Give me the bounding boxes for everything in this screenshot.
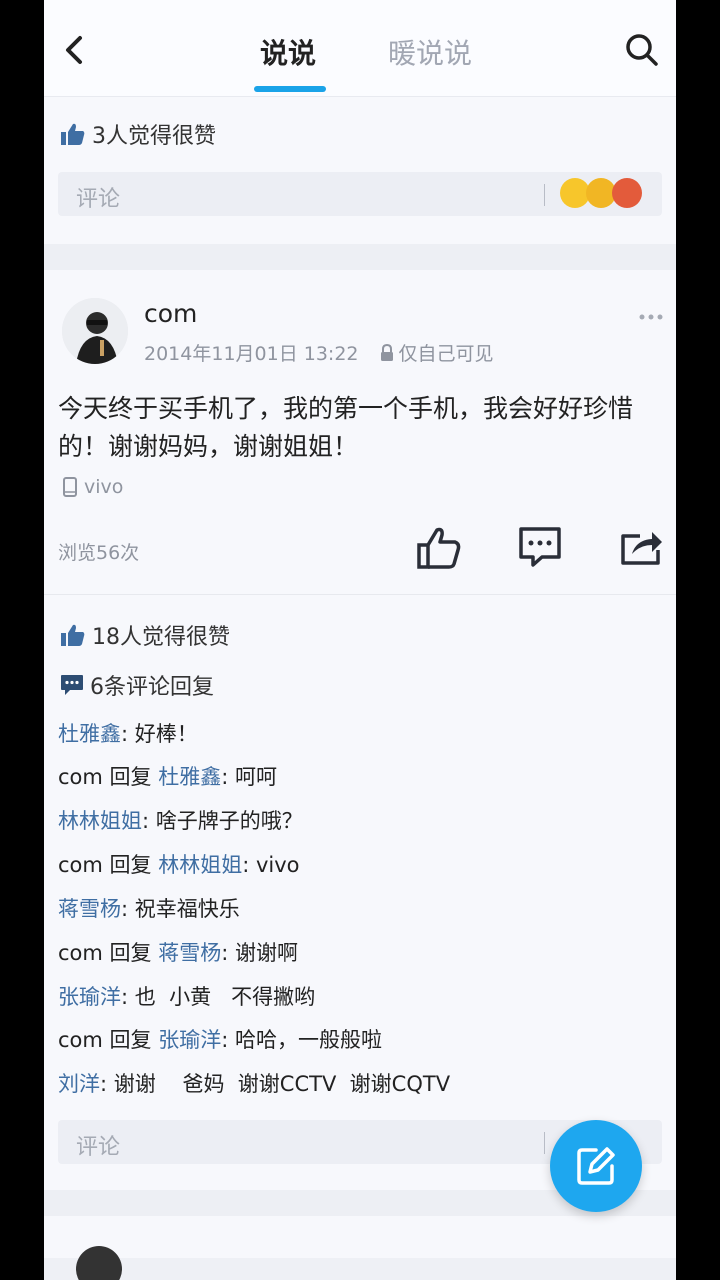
post-username[interactable]: com: [144, 299, 197, 328]
comment-text: : vivo: [242, 853, 300, 877]
separator: [544, 1132, 545, 1154]
commenter-name[interactable]: 杜雅鑫: [58, 722, 121, 746]
angry-emoji-icon: [612, 178, 642, 208]
comment-bubble-icon: [61, 675, 83, 695]
view-count: 浏览56次: [58, 542, 140, 564]
thumbs-up-icon: [61, 123, 85, 145]
post-divider: [44, 244, 676, 270]
comment-text: : 呵呵: [221, 765, 277, 789]
reply-target-name[interactable]: 林林姐姐: [158, 853, 242, 877]
compose-button[interactable]: [550, 1120, 642, 1212]
comment-item[interactable]: 林林姐姐: 啥子牌子的哦？: [58, 805, 303, 835]
post-likes[interactable]: 18人觉得很赞: [60, 619, 230, 651]
tab-shuoshuo[interactable]: 说说: [260, 32, 316, 72]
device-label: vivo: [84, 476, 124, 498]
comment-count[interactable]: 6条评论回复: [60, 669, 214, 701]
privacy-label: 仅自己可见: [398, 343, 494, 365]
reply-target-name[interactable]: 杜雅鑫: [158, 765, 221, 789]
commenter-name[interactable]: 刘洋: [58, 1072, 100, 1096]
phone-icon: [63, 477, 77, 497]
top-bar: 说说 暖说说: [44, 0, 676, 97]
post-likes-text: 18人觉得很赞: [92, 625, 230, 650]
section-divider: [44, 594, 676, 595]
comment-text: : 啥子牌子的哦？: [142, 809, 303, 833]
commenter-name[interactable]: com: [58, 941, 103, 965]
commenter-name[interactable]: com: [58, 1028, 103, 1052]
comment-text: : 谢谢 爸妈 谢谢CCTV 谢谢CQTV: [100, 1072, 451, 1096]
reply-target-name[interactable]: 张瑜洋: [158, 1028, 221, 1052]
prev-post-comment-input[interactable]: 评论: [58, 172, 662, 216]
comment-item[interactable]: 杜雅鑫: 好棒！: [58, 718, 198, 748]
avatar[interactable]: [62, 298, 128, 364]
tab-nuanshuoshuo[interactable]: 暖说说: [388, 32, 472, 72]
comment-text: : 好棒！: [121, 722, 198, 746]
lock-icon: [380, 343, 393, 361]
commenter-name[interactable]: com: [58, 853, 103, 877]
emoji-button[interactable]: [560, 178, 650, 210]
comment-placeholder: 评论: [76, 187, 121, 212]
reply-label: 回复: [102, 853, 159, 877]
prev-post-likes-text: 3人觉得很赞: [92, 124, 216, 149]
comment-count-text: 6条评论回复: [90, 675, 214, 700]
edit-icon: [577, 1147, 615, 1185]
comment-item[interactable]: com 回复 张瑜洋: 哈哈，一般般啦: [58, 1024, 382, 1054]
comment-item[interactable]: 张瑜洋: 也 小黄 不得撇哟: [58, 981, 315, 1011]
reply-label: 回复: [102, 765, 159, 789]
post-text: 今天终于买手机了，我的第一个手机，我会好好珍惜的！谢谢妈妈，谢谢姐姐！: [58, 394, 634, 461]
avatar[interactable]: [76, 1246, 122, 1280]
post-meta: 2014年11月01日 13:22 仅自己可见: [144, 339, 494, 366]
comment-item[interactable]: 刘洋: 谢谢 爸妈 谢谢CCTV 谢谢CQTV: [58, 1068, 450, 1098]
active-tab-indicator: [254, 86, 326, 92]
comment-item[interactable]: com 回复 杜雅鑫: 呵呵: [58, 761, 277, 791]
comment-placeholder: 评论: [76, 1135, 121, 1160]
more-icon[interactable]: [638, 312, 664, 322]
app-screen: 说说 暖说说 3人觉得很赞 评论 com 2014年11月01日 13:22 仅…: [44, 0, 676, 1280]
comment-icon[interactable]: [518, 526, 562, 568]
commenter-name[interactable]: 蒋雪杨: [58, 897, 121, 921]
post-device: vivo: [62, 476, 123, 498]
post-timestamp: 2014年11月01日 13:22: [144, 343, 359, 365]
thumbs-up-icon[interactable]: [416, 526, 462, 570]
comment-item[interactable]: com 回复 林林姐姐: vivo: [58, 849, 300, 879]
share-icon[interactable]: [620, 526, 664, 566]
separator: [544, 184, 545, 206]
comment-item[interactable]: com 回复 蒋雪杨: 谢谢啊: [58, 937, 298, 967]
thumbs-up-icon: [61, 624, 85, 646]
bottom-nav-strip: [44, 1258, 676, 1280]
prev-post-likes[interactable]: 3人觉得很赞: [60, 118, 216, 150]
comment-text: : 谢谢啊: [221, 941, 298, 965]
commenter-name[interactable]: com: [58, 765, 103, 789]
comment-text: : 也 小黄 不得撇哟: [121, 985, 316, 1009]
reply-label: 回复: [102, 941, 159, 965]
search-icon[interactable]: [624, 32, 660, 68]
comment-text: : 哈哈，一般般啦: [221, 1028, 382, 1052]
reply-target-name[interactable]: 蒋雪杨: [158, 941, 221, 965]
comment-text: : 祝幸福快乐: [121, 897, 240, 921]
reply-label: 回复: [102, 1028, 159, 1052]
chevron-left-icon[interactable]: [56, 30, 92, 70]
commenter-name[interactable]: 林林姐姐: [58, 809, 142, 833]
comment-item[interactable]: 蒋雪杨: 祝幸福快乐: [58, 893, 240, 923]
commenter-name[interactable]: 张瑜洋: [58, 985, 121, 1009]
